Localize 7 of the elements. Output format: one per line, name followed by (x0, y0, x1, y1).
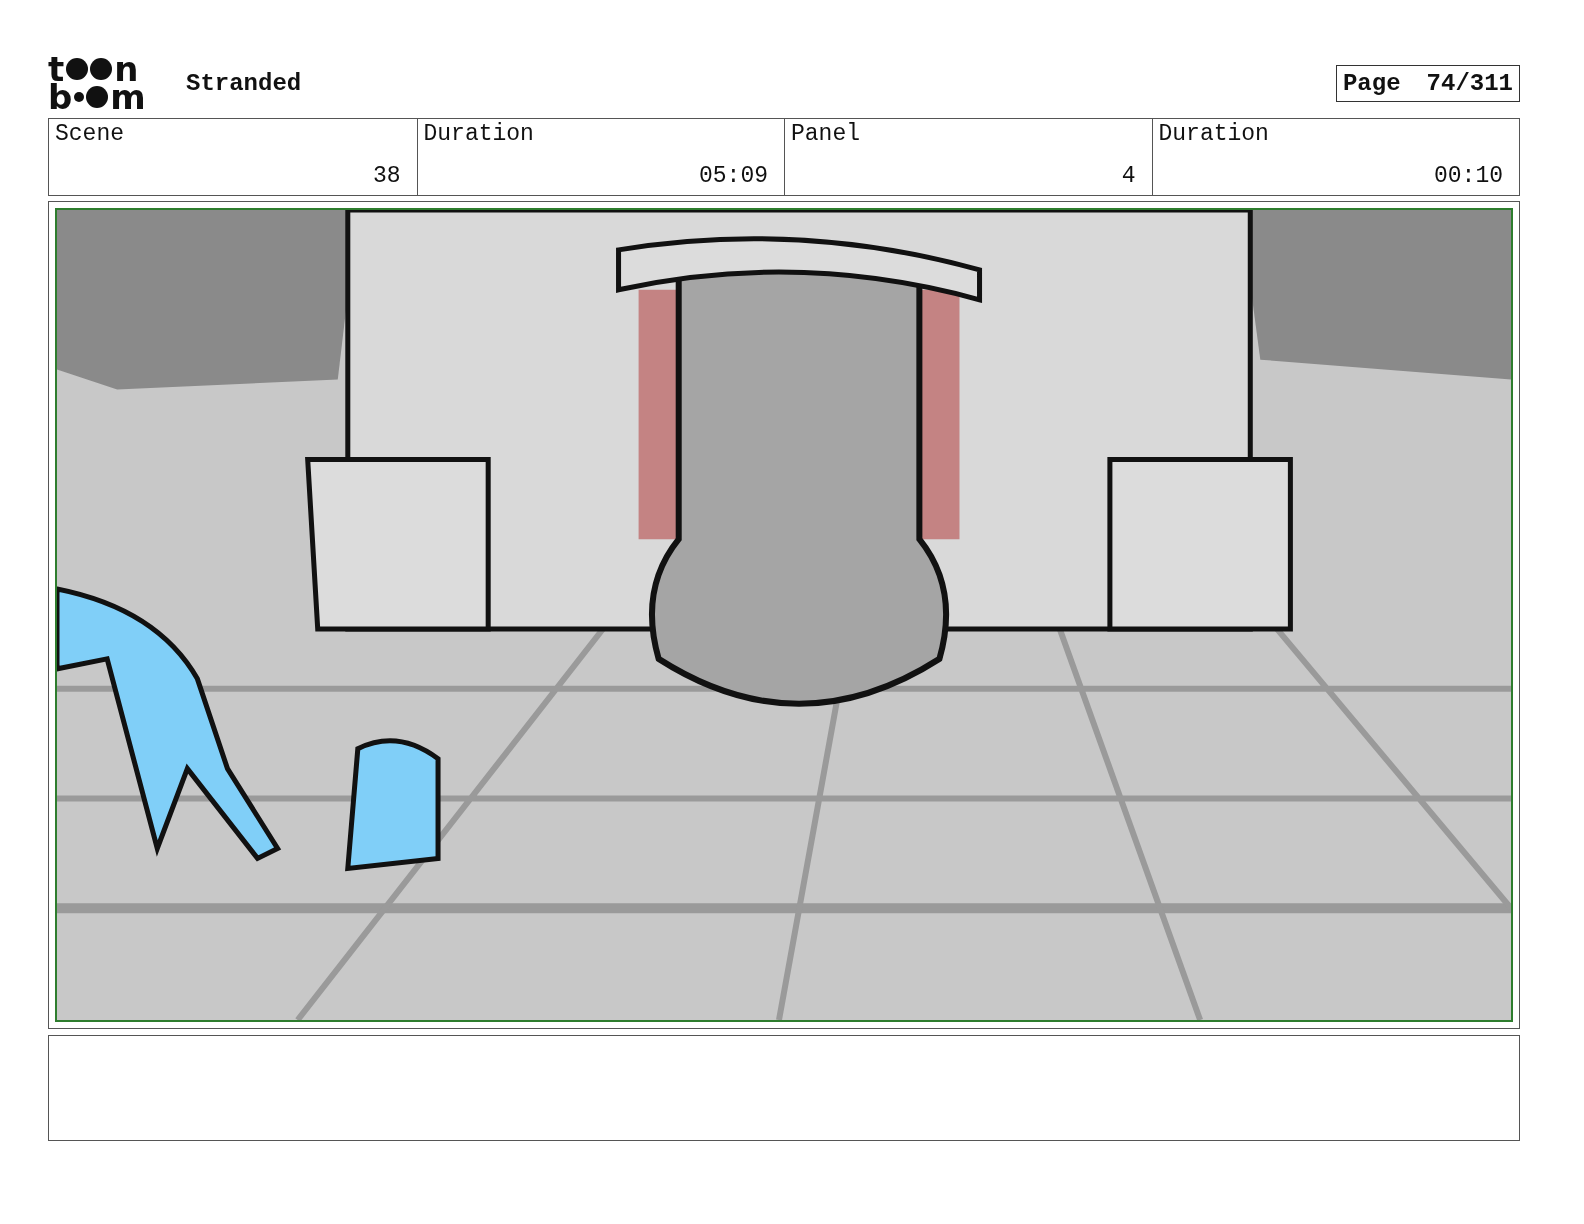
page-label: Page (1342, 69, 1401, 97)
project-title: Stranded (186, 69, 302, 97)
info-cell-text: Scene 38 (54, 120, 402, 191)
page-number: 74/311 (1426, 69, 1513, 97)
info-cell: Duration 05:09 (416, 119, 784, 195)
info-cell: Duration 00:10 (1151, 119, 1519, 195)
info-cell: Panel 4 (784, 119, 1152, 195)
